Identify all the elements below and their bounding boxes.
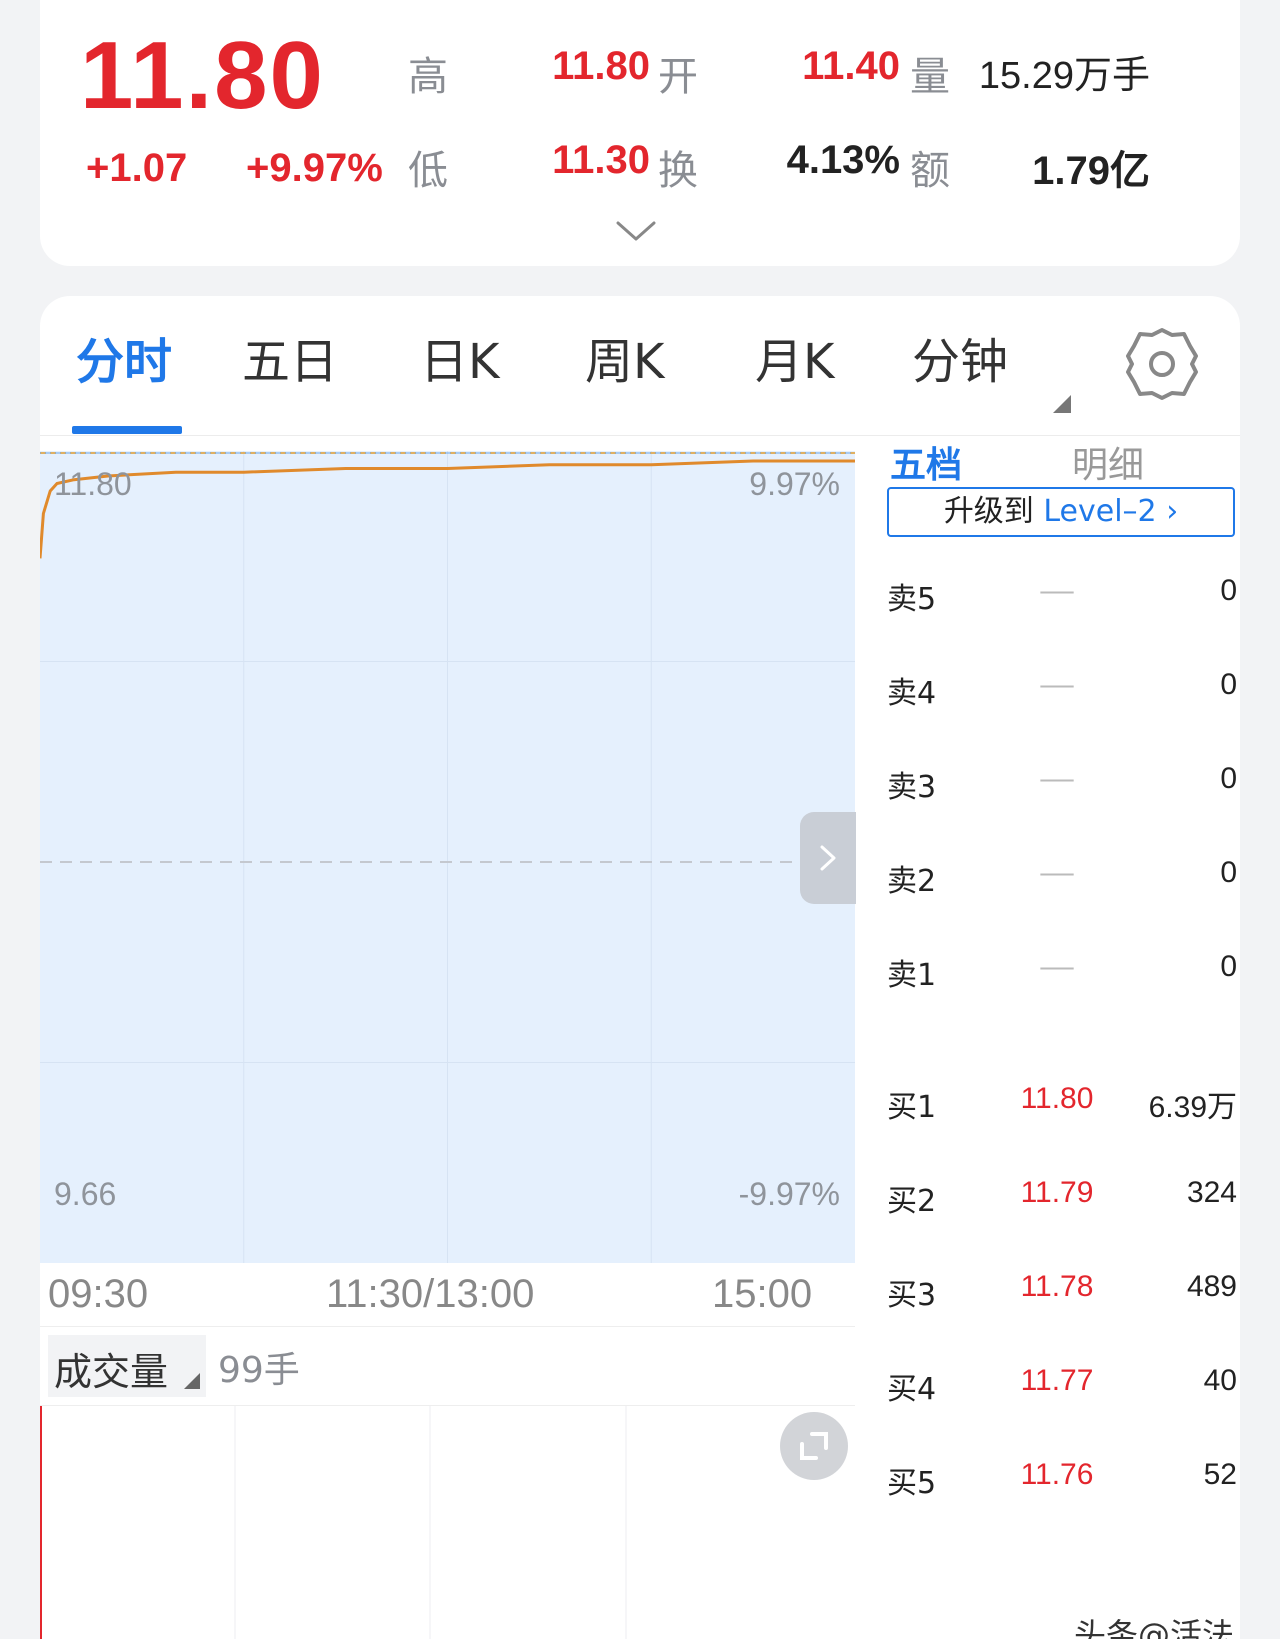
sell-2-row: 卖2 –– 0 <box>887 856 1237 899</box>
tab-intraday[interactable]: 分时 <box>76 332 172 392</box>
buy-5-label: 买5 <box>887 1466 937 1501</box>
expand-icon <box>800 1432 828 1460</box>
upgrade-level2-button[interactable]: 升级到 Level–2 › <box>887 487 1235 537</box>
sell-4-volume: 0 <box>1220 668 1237 701</box>
buy-2-volume: 324 <box>1186 1176 1237 1209</box>
fullscreen-button[interactable] <box>780 1412 848 1480</box>
amount-value: 1.79亿 <box>1032 149 1150 193</box>
time-axis-end: 15:00 <box>712 1272 813 1316</box>
turnover-label: 换 <box>658 148 698 194</box>
open-value: 11.40 <box>802 44 900 88</box>
intraday-price-chart <box>40 451 855 1263</box>
quote-card: 11.80 +1.07 +9.97% 高 11.80 开 11.40 量 15.… <box>40 0 1240 266</box>
y-axis-bottom-price: 9.66 <box>54 1176 117 1212</box>
tab-details[interactable]: 明细 <box>1072 436 1144 488</box>
buy-5-row: 买5 11.76 52 <box>887 1458 1237 1501</box>
low-label: 低 <box>408 148 448 194</box>
buy-3-row: 买3 11.78 489 <box>887 1270 1237 1313</box>
buy-2-label: 买2 <box>887 1184 937 1219</box>
tab-five-levels[interactable]: 五档 <box>890 436 962 488</box>
current-price: 11.80 <box>80 22 325 129</box>
tab-five-day[interactable]: 五日 <box>242 332 338 392</box>
buy-3-volume: 489 <box>1186 1270 1237 1303</box>
buy-1-label: 买1 <box>887 1090 937 1125</box>
sell-5-label: 卖5 <box>887 582 937 617</box>
price-change-percent: +9.97% <box>246 146 383 190</box>
volume-value-readout: 99手 <box>218 1350 300 1391</box>
time-axis-mid: 11:30/13:00 <box>326 1272 535 1316</box>
buy-4-volume: 40 <box>1203 1364 1237 1397</box>
sell-4-label: 卖4 <box>887 676 937 711</box>
buy-5-volume: 52 <box>1203 1458 1237 1491</box>
tab-monthly-k[interactable]: 月K <box>755 332 834 392</box>
open-label: 开 <box>658 54 698 100</box>
buy-4-price: 11.77 <box>1020 1364 1094 1397</box>
buy-3-price: 11.78 <box>1020 1270 1094 1303</box>
buy-1-price: 11.80 <box>1020 1082 1094 1115</box>
buy-1-row: 买1 11.80 6.39万 <box>887 1082 1237 1125</box>
chevron-right-icon: › <box>1166 494 1179 529</box>
tab-minute[interactable]: 分钟 <box>912 332 1008 392</box>
sell-3-price: –– <box>1040 762 1074 795</box>
buy-5-price: 11.76 <box>1020 1458 1094 1491</box>
sell-1-volume: 0 <box>1220 950 1237 983</box>
minute-dropdown-indicator <box>1053 395 1071 413</box>
volume-chart <box>40 1406 627 1639</box>
chevron-down-icon[interactable] <box>616 220 656 242</box>
chart-card: 分时 五日 日K 周K 月K 分钟 11.80 9.97% 9.66 -9.97… <box>40 296 1240 1639</box>
buy-4-label: 买4 <box>887 1372 937 1407</box>
gear-icon[interactable] <box>1124 326 1200 402</box>
y-axis-top-percent: 9.97% <box>749 466 840 502</box>
volume-value: 15.29万手 <box>978 55 1150 97</box>
high-label: 高 <box>408 54 448 100</box>
sell-1-label: 卖1 <box>887 958 937 993</box>
price-change: +1.07 <box>86 146 188 190</box>
sell-3-volume: 0 <box>1220 762 1237 795</box>
indicator-selector[interactable]: 成交量 <box>48 1335 206 1397</box>
sell-4-price: –– <box>1040 668 1074 701</box>
chevron-right-icon <box>820 845 836 871</box>
sell-4-row: 卖4 –– 0 <box>887 668 1237 711</box>
period-tabs: 分时 五日 日K 周K 月K 分钟 <box>40 296 1240 436</box>
y-axis-bottom-percent: -9.97% <box>738 1176 840 1212</box>
buy-2-row: 买2 11.79 324 <box>887 1176 1237 1219</box>
sell-1-price: –– <box>1040 950 1074 983</box>
level2-link: Level–2 <box>1043 494 1157 529</box>
turnover-value: 4.13% <box>786 138 900 182</box>
sell-3-label: 卖3 <box>887 770 937 805</box>
upgrade-prefix: 升级到 <box>943 494 1034 529</box>
volume-bar <box>40 1406 42 1639</box>
sell-5-price: –– <box>1040 574 1074 607</box>
volume-label: 量 <box>910 54 950 100</box>
active-tab-indicator <box>72 426 182 434</box>
buy-4-row: 买4 11.77 40 <box>887 1364 1237 1407</box>
time-axis-start: 09:30 <box>48 1272 149 1316</box>
buy-2-price: 11.79 <box>1020 1176 1094 1209</box>
sell-2-price: –– <box>1040 856 1074 889</box>
indicator-selector-label: 成交量 <box>54 1350 169 1394</box>
sell-5-row: 卖5 –– 0 <box>887 574 1237 617</box>
collapse-panel-button[interactable] <box>800 812 856 904</box>
low-value: 11.30 <box>552 138 650 182</box>
dropdown-indicator <box>184 1373 200 1389</box>
amount-label: 额 <box>910 148 950 194</box>
sell-1-row: 卖1 –– 0 <box>887 950 1237 993</box>
watermark: 头条@活法 <box>1074 1616 1235 1639</box>
sell-2-volume: 0 <box>1220 856 1237 889</box>
sell-5-volume: 0 <box>1220 574 1237 607</box>
y-axis-top-price: 11.80 <box>54 466 132 502</box>
sell-3-row: 卖3 –– 0 <box>887 762 1237 805</box>
volume-header: 成交量 99手 <box>40 1326 855 1406</box>
tab-daily-k[interactable]: 日K <box>420 332 499 392</box>
high-value: 11.80 <box>552 44 650 88</box>
buy-1-volume: 6.39万 <box>1148 1091 1237 1124</box>
tab-weekly-k[interactable]: 周K <box>585 332 664 392</box>
buy-3-label: 买3 <box>887 1278 937 1313</box>
sell-2-label: 卖2 <box>887 864 937 899</box>
